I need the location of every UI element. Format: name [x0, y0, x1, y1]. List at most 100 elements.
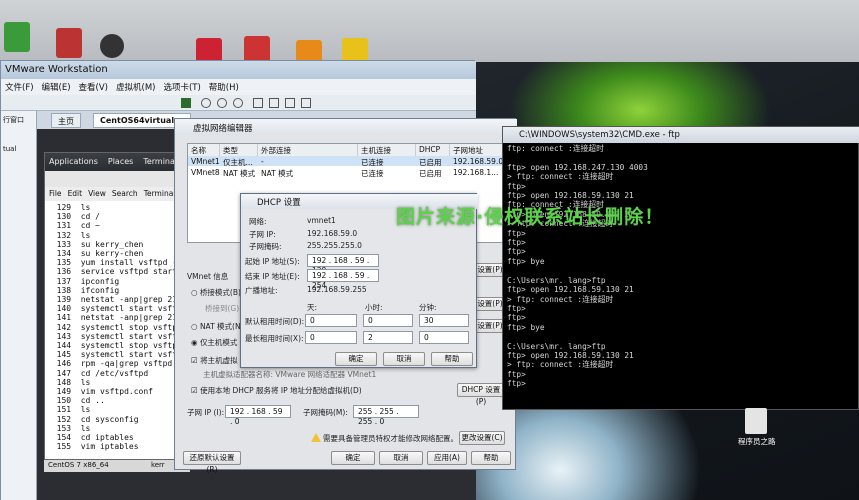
terminal-line: 152 cd sysconfig	[47, 414, 139, 424]
nat-mode-label: NAT 模式(N	[199, 322, 241, 331]
max-lease-minutes[interactable]: 0	[419, 331, 469, 344]
vmware-title: VMware Workstation	[5, 64, 108, 75]
terminal-line: 132 ls	[47, 230, 91, 240]
nat-mode-radio[interactable]: ○ NAT 模式(N	[191, 321, 241, 332]
restore-defaults-button[interactable]: 还原默认设置(R)	[183, 451, 241, 474]
dhcp-settings-button[interactable]: DHCP 设置(P)	[457, 383, 505, 406]
default-lease-hours[interactable]: 0	[363, 314, 413, 327]
terminal-line: 145 systemctl start vsftpd	[47, 350, 187, 360]
days-label: 天:	[307, 303, 318, 312]
menu-tabs[interactable]: 选项卡(T)	[163, 81, 200, 93]
col-dhcp[interactable]: DHCP	[416, 144, 450, 156]
terminal-line: 146 rpm -qa|grep vsftpd	[47, 359, 173, 369]
menu-edit[interactable]: 编辑(E)	[42, 81, 71, 93]
cell: NAT 模式	[261, 169, 294, 178]
gnome-applications-menu[interactable]: Applications	[49, 157, 98, 167]
term-menu-view[interactable]: View	[88, 189, 106, 199]
terminal-line: 155 vim iptables	[47, 442, 139, 452]
snapshot-manager-icon[interactable]	[233, 98, 243, 108]
subnet-ip-label: 子网 IP:	[249, 230, 276, 239]
default-lease-minutes[interactable]: 30	[419, 314, 469, 327]
stretch-icon[interactable]	[301, 98, 311, 108]
col-host[interactable]: 主机连接	[358, 144, 416, 156]
terminal-line: 135 yum install vsftpd -y	[47, 258, 182, 268]
net-editor-title-bar[interactable]: 虚拟网络编辑器	[175, 119, 517, 135]
max-lease-days[interactable]: 0	[305, 331, 357, 344]
cancel-button[interactable]: 取消	[379, 451, 423, 465]
end-ip-input[interactable]: 192 . 168 . 59 . 254	[307, 269, 379, 290]
bridge-mode-label: 桥接模式(B)	[199, 288, 241, 297]
nat-settings-button[interactable]: 设置(P)	[475, 263, 505, 277]
broadcast-value: 192.168.59.255	[307, 285, 367, 294]
term-menu-terminal[interactable]: Terminal	[144, 189, 176, 199]
start-ip-input[interactable]: 192 . 168 . 59 . 128	[307, 254, 379, 275]
bridge-mode-radio[interactable]: ○ 桥接模式(B)	[191, 287, 241, 298]
subnet-mask-input[interactable]: 255 . 255 . 255 . 0	[353, 405, 419, 426]
revert-snapshot-icon[interactable]	[217, 98, 227, 108]
col-external[interactable]: 外部连接	[258, 144, 358, 156]
guest-terminal-window: Applications Places Terminal File Edit V…	[44, 152, 191, 460]
use-dhcp-label: 使用本地 DHCP 服务将 IP 地址分配给虚拟机(D)	[200, 386, 362, 395]
snapshot-icon[interactable]	[201, 98, 211, 108]
menu-view[interactable]: 查看(V)	[79, 81, 108, 93]
vmware-title-bar[interactable]: VMware Workstation	[1, 61, 476, 79]
app-icon[interactable]	[56, 28, 82, 58]
start-ip-label: 起始 IP 地址(S):	[245, 257, 300, 266]
change-settings-button[interactable]: 更改设置(C)	[459, 431, 505, 445]
vmware-menu-bar: 文件(F) 编辑(E) 查看(V) 虚拟机(M) 选项卡(T) 帮助(H)	[1, 79, 476, 95]
bridge-auto-settings-button[interactable]: 设置(P)	[475, 297, 505, 311]
power-icon[interactable]	[181, 98, 191, 108]
library-sidebar: 行窗口 tual	[1, 111, 37, 500]
menu-file[interactable]: 文件(F)	[5, 81, 34, 93]
library-item-vm[interactable]: tual	[3, 145, 34, 153]
connect-host-adapter-checkbox[interactable]: ☑ 将主机虚拟	[191, 355, 238, 366]
term-menu-edit[interactable]: Edit	[68, 189, 83, 199]
cell: 192.168.1...	[453, 168, 499, 177]
dhcp-help-button[interactable]: 帮助	[431, 352, 473, 366]
use-local-dhcp-checkbox[interactable]: ☑ 使用本地 DHCP 服务将 IP 地址分配给虚拟机(D)	[191, 385, 362, 396]
default-lease-days[interactable]: 0	[305, 314, 357, 327]
table-row[interactable]: VMnet1 仅主机... - 已连接 已启用 192.168.59.0	[188, 156, 504, 167]
col-name[interactable]: 名称	[188, 144, 220, 156]
cmd-output[interactable]: ftp: connect :连接超时 ftp> open 192.168.247…	[507, 144, 857, 389]
dhcp-cancel-button[interactable]: 取消	[383, 352, 425, 366]
desktop-shortcut-icon[interactable]	[745, 408, 767, 434]
terminal-titlebar[interactable]	[45, 171, 191, 187]
app-icon[interactable]	[100, 34, 124, 58]
bridge-to-label: 桥接到(G):	[205, 304, 242, 313]
menu-vm[interactable]: 虚拟机(M)	[116, 81, 155, 93]
term-menu-file[interactable]: File	[49, 189, 62, 199]
cmd-title-bar[interactable]: C:\WINDOWS\system32\CMD.exe - ftp	[503, 127, 859, 143]
col-subnet[interactable]: 子网地址	[450, 144, 506, 156]
max-lease-hours[interactable]: 2	[363, 331, 413, 344]
host-only-radio[interactable]: ◉ 仅主机模式	[191, 337, 237, 348]
vmware-toolbar	[1, 95, 476, 111]
ok-button[interactable]: 确定	[331, 451, 375, 465]
help-button[interactable]: 帮助	[471, 451, 511, 465]
term-menu-search[interactable]: Search	[112, 189, 138, 199]
taskbar-os-label: CentOS 7 x86_64	[48, 461, 109, 469]
taskbar-terminal-item[interactable]: kerr	[151, 461, 165, 469]
subnet-ip-label: 子网 IP (I):	[187, 408, 225, 417]
gnome-terminal-menu[interactable]: Terminal	[143, 157, 177, 167]
terminal-line: 141 netstat -anp|grep 21	[47, 313, 178, 323]
unity-icon[interactable]	[269, 98, 279, 108]
fullscreen-icon[interactable]	[253, 98, 263, 108]
app-icon[interactable]	[4, 22, 30, 52]
tab-home[interactable]: 主页	[51, 113, 81, 128]
desktop-top-icons	[0, 0, 859, 70]
console-view-icon[interactable]	[285, 98, 295, 108]
menu-help[interactable]: 帮助(H)	[209, 81, 239, 93]
table-row[interactable]: VMnet8 NAT 模式 NAT 模式 已连接 已启用 192.168.1..…	[188, 167, 504, 178]
nat-mode-settings-button[interactable]: 设置(P)	[475, 319, 505, 333]
hours-label: 小时:	[365, 303, 383, 312]
apply-button[interactable]: 应用(A)	[427, 451, 467, 465]
gnome-places-menu[interactable]: Places	[108, 157, 133, 167]
terminal-line: 140 systemctl start vsftpd	[47, 304, 187, 314]
col-type[interactable]: 类型	[220, 144, 258, 156]
dhcp-ok-button[interactable]: 确定	[335, 352, 377, 366]
terminal-history-output[interactable]: 129 ls 130 cd / 131 cd ~ 132 ls 133 su k…	[47, 203, 189, 451]
network-value: vmnet1	[307, 216, 336, 225]
subnet-ip-input[interactable]: 192 . 168 . 59 . 0	[225, 405, 291, 426]
terminal-line: 134 su kerry-chen	[47, 249, 144, 259]
